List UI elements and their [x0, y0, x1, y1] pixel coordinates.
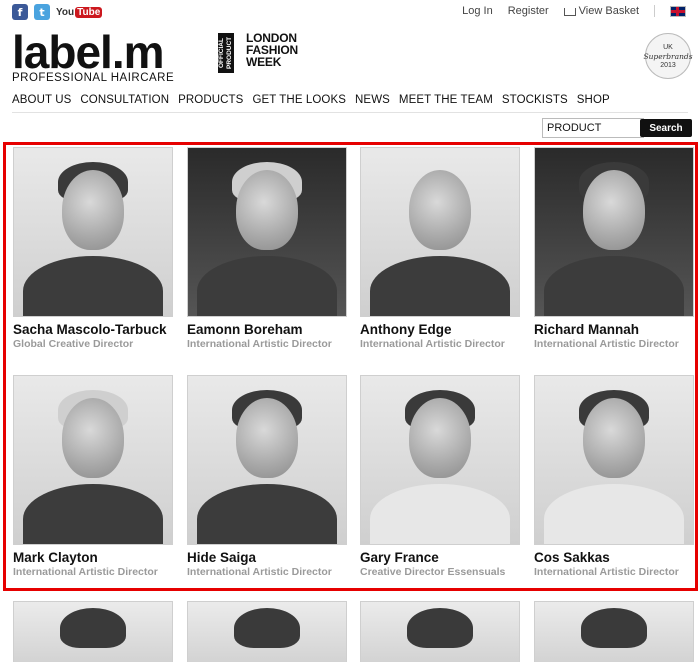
team-member-card[interactable]: Gary France Creative Director Essensuals — [360, 375, 520, 578]
photo-hair — [407, 608, 473, 648]
superbrands-year: 2013 — [660, 61, 676, 69]
photo-body — [197, 256, 337, 316]
logo-tagline: PROFESSIONAL HAIRCARE — [12, 72, 175, 84]
search-input[interactable] — [542, 118, 644, 138]
team-member-photo[interactable] — [534, 375, 694, 545]
login-link[interactable]: Log In — [462, 5, 493, 17]
official-product-badge: OFFICIAL PRODUCT — [218, 33, 234, 73]
photo-face — [583, 170, 645, 250]
team-member-role: International Artistic Director — [534, 566, 679, 578]
youtube-you-text: You — [56, 6, 75, 18]
team-member-name[interactable]: Sacha Mascolo-Tarbuck — [13, 322, 173, 337]
photo-face — [62, 170, 124, 250]
nav-divider — [12, 112, 688, 113]
team-member-photo-partial[interactable] — [534, 601, 694, 662]
team-member-card[interactable]: Cos Sakkas International Artistic Direct… — [534, 375, 694, 578]
team-member-photo[interactable] — [360, 375, 520, 545]
team-member-role: Global Creative Director — [13, 338, 134, 350]
superbrands-badge: UK Superbrands 2013 — [643, 33, 693, 79]
account-links: Log In Register View Basket — [462, 5, 686, 17]
social-links: f t You Tube — [12, 4, 103, 20]
photo-face — [62, 398, 124, 478]
photo-face — [236, 170, 298, 250]
team-member-photo[interactable] — [13, 147, 173, 317]
logo-wordmark: label.m — [12, 26, 165, 78]
team-member-photo-partial[interactable] — [13, 601, 173, 662]
nav-item-products[interactable]: PRODUCTS — [178, 94, 243, 106]
team-member-card[interactable]: Mark Clayton International Artistic Dire… — [13, 375, 173, 578]
team-member-role: International Artistic Director — [187, 566, 332, 578]
uk-flag-icon[interactable] — [670, 5, 686, 17]
team-member-card[interactable]: Hide Saiga International Artistic Direct… — [187, 375, 347, 578]
photo-body — [544, 256, 684, 316]
twitter-icon[interactable]: t — [34, 4, 50, 20]
facebook-icon[interactable]: f — [12, 4, 28, 20]
photo-body — [23, 484, 163, 544]
photo-body — [544, 484, 684, 544]
nav-item-about-us[interactable]: ABOUT US — [12, 94, 71, 106]
superbrands-country: UK — [663, 43, 673, 51]
team-member-card[interactable]: Sacha Mascolo-Tarbuck Global Creative Di… — [13, 147, 173, 350]
photo-body — [370, 484, 510, 544]
site-logo[interactable]: label.m PROFESSIONAL HAIRCARE — [12, 26, 175, 84]
photo-body — [197, 484, 337, 544]
nav-item-stockists[interactable]: STOCKISTS — [502, 94, 568, 106]
divider — [654, 5, 655, 17]
team-member-photo[interactable] — [360, 147, 520, 317]
team-member-name[interactable]: Cos Sakkas — [534, 550, 694, 565]
main-nav: ABOUT US CONSULTATION PRODUCTS GET THE L… — [12, 94, 610, 106]
team-member-photo[interactable] — [534, 147, 694, 317]
youtube-tube-text: Tube — [75, 6, 103, 18]
photo-face — [236, 398, 298, 478]
view-basket-link[interactable]: View Basket — [563, 5, 639, 17]
team-member-name[interactable]: Richard Mannah — [534, 322, 694, 337]
team-member-photo[interactable] — [187, 375, 347, 545]
nav-item-news[interactable]: NEWS — [355, 94, 390, 106]
lfw-line-3: WEEK — [246, 55, 282, 69]
team-member-name[interactable]: Gary France — [360, 550, 520, 565]
photo-hair — [234, 608, 300, 648]
team-member-photo[interactable] — [13, 375, 173, 545]
team-member-name[interactable]: Eamonn Boreham — [187, 322, 347, 337]
photo-body — [23, 256, 163, 316]
team-member-photo-partial[interactable] — [187, 601, 347, 662]
nav-item-get-the-looks[interactable]: GET THE LOOKS — [252, 94, 346, 106]
team-member-role: International Artistic Director — [360, 338, 505, 350]
view-basket-label: View Basket — [578, 5, 639, 17]
top-bar: f t You Tube Log In Register View Basket — [0, 0, 700, 22]
team-member-photo-partial[interactable] — [360, 601, 520, 662]
basket-icon — [563, 8, 576, 16]
nav-item-meet-the-team[interactable]: MEET THE TEAM — [399, 94, 493, 106]
photo-face — [409, 398, 471, 478]
team-member-name[interactable]: Anthony Edge — [360, 322, 520, 337]
team-member-role: International Artistic Director — [534, 338, 679, 350]
team-member-name[interactable]: Hide Saiga — [187, 550, 347, 565]
nav-item-consultation[interactable]: CONSULTATION — [80, 94, 169, 106]
search-button[interactable]: Search — [640, 119, 692, 137]
register-link[interactable]: Register — [508, 5, 549, 17]
nav-item-shop[interactable]: SHOP — [577, 94, 610, 106]
photo-face — [583, 398, 645, 478]
team-member-card[interactable]: Eamonn Boreham International Artistic Di… — [187, 147, 347, 350]
photo-hair — [581, 608, 647, 648]
superbrands-name: Superbrands — [643, 51, 693, 61]
team-member-photo[interactable] — [187, 147, 347, 317]
team-member-name[interactable]: Mark Clayton — [13, 550, 173, 565]
youtube-icon[interactable]: You Tube — [56, 5, 103, 19]
team-member-role: Creative Director Essensuals — [360, 566, 506, 578]
team-member-card[interactable]: Anthony Edge International Artistic Dire… — [360, 147, 520, 350]
photo-body — [370, 256, 510, 316]
london-fashion-week-logo: LONDON FASHION WEEK — [246, 32, 298, 68]
team-member-role: International Artistic Director — [187, 338, 332, 350]
photo-hair — [60, 608, 126, 648]
photo-face — [409, 170, 471, 250]
team-member-role: International Artistic Director — [13, 566, 158, 578]
team-member-card[interactable]: Richard Mannah International Artistic Di… — [534, 147, 694, 350]
